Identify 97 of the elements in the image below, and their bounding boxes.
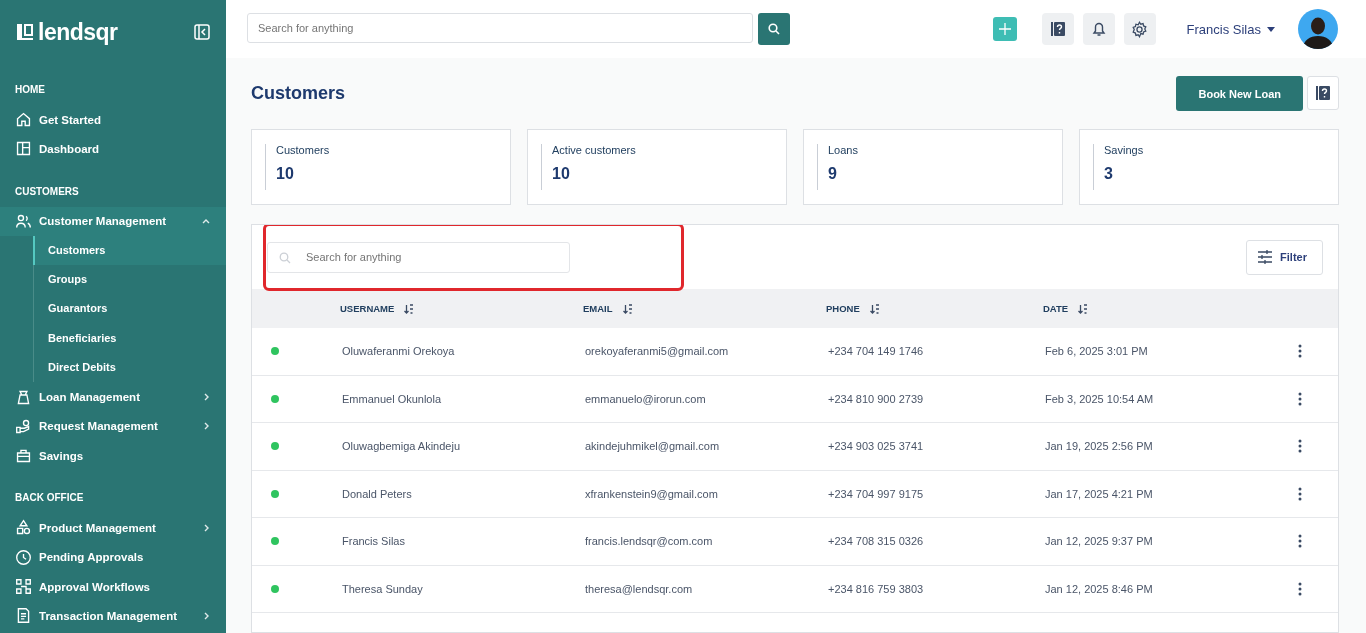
- help-book-icon: [1049, 21, 1066, 37]
- sidebar-item[interactable]: Approval Workflows: [0, 571, 226, 602]
- stat-value: 10: [552, 165, 571, 183]
- table-cell-text: Feb 3, 2025 10:54 AM: [1044, 392, 1155, 405]
- sort-icon[interactable]: [869, 303, 880, 314]
- collapse-sidebar-icon[interactable]: [194, 24, 210, 40]
- filter-button[interactable]: Filter: [1246, 239, 1323, 275]
- table-cell-text: +234 810 900 2739: [827, 392, 925, 405]
- hand-icon: [15, 417, 32, 435]
- table-cell-text: theresa@lendsqr.com: [584, 582, 694, 595]
- search-button[interactable]: [758, 13, 790, 45]
- section-heading: HOME: [14, 84, 46, 95]
- table-cell-text: francis.lendsqr@com.com: [584, 535, 714, 548]
- sort-icon[interactable]: [622, 303, 633, 314]
- notifications-button[interactable]: [1082, 13, 1115, 45]
- clock-icon: [15, 548, 32, 566]
- column-header: EMAIL: [583, 303, 613, 314]
- sidebar-item[interactable]: Transaction Management: [0, 601, 226, 631]
- sidebar-subitem[interactable]: Beneficiaries: [34, 323, 226, 354]
- search-field[interactable]: Search for anything: [247, 13, 753, 43]
- table-cell-text: +234 903 025 3741: [827, 440, 925, 453]
- sidebar-item[interactable]: Get Started: [0, 105, 226, 135]
- dashboard-icon: [15, 140, 32, 158]
- plus-icon: [998, 23, 1011, 35]
- table-cell-text: Oluwagbemiga Akindeju: [341, 440, 462, 453]
- help-button[interactable]: [1307, 76, 1339, 110]
- stat-value: 10: [276, 165, 295, 183]
- help-button[interactable]: [1041, 13, 1074, 45]
- sidebar-item[interactable]: Product Management: [0, 513, 226, 543]
- flow-icon: [15, 578, 32, 595]
- help-book-icon: [1315, 85, 1331, 101]
- more-options-icon[interactable]: [1298, 581, 1302, 596]
- sidebar-item[interactable]: Savings: [0, 440, 226, 471]
- users-icon: [15, 212, 32, 230]
- table-cell-text: akindejuhmikel@gmail.com: [584, 440, 721, 453]
- more-options-icon[interactable]: [1298, 391, 1302, 406]
- more-options-icon[interactable]: [1298, 486, 1302, 501]
- table-cell-text: +234 704 149 1746: [827, 345, 925, 358]
- column-header: PHONE: [826, 303, 860, 314]
- search-icon: [279, 251, 291, 264]
- more-options-icon[interactable]: [1298, 439, 1302, 454]
- table-cell-text: Francis Silas: [341, 535, 406, 548]
- column-header: DATE: [1043, 303, 1069, 314]
- search-icon: [768, 23, 780, 35]
- shapes-icon: [15, 519, 32, 537]
- sidebar-subitem[interactable]: Customers: [33, 235, 226, 266]
- table-cell-text: Oluwaferanmi Orekoya: [341, 345, 456, 358]
- sort-icon[interactable]: [404, 303, 415, 314]
- bell-icon: [1090, 21, 1107, 37]
- column-header: USERNAME: [340, 303, 395, 314]
- stat-label: Customers: [276, 144, 331, 156]
- settings-button[interactable]: [1123, 13, 1156, 45]
- stat-label: Active customers: [552, 144, 637, 156]
- table-cell-text: Emmanuel Okunlola: [341, 392, 443, 405]
- table-cell-text: Jan 12, 2025 8:46 PM: [1044, 582, 1154, 595]
- user-menu[interactable]: Francis Silas: [1180, 20, 1281, 38]
- avatar[interactable]: [1298, 9, 1338, 49]
- caret-icon: [1267, 26, 1275, 32]
- sidebar-item[interactable]: Loan Management: [0, 382, 226, 412]
- table-cell-text: Jan 19, 2025 2:56 PM: [1044, 440, 1154, 453]
- table-cell-text: Theresa Sunday: [341, 582, 424, 595]
- sidebar-item[interactable]: Request Management: [0, 411, 226, 441]
- table-cell-text: +234 816 759 3803: [827, 582, 925, 595]
- book-loan-button[interactable]: Book New Loan: [1176, 76, 1303, 111]
- sort-icon[interactable]: [1078, 303, 1089, 314]
- more-options-icon[interactable]: [1298, 344, 1302, 359]
- sidebar-subitem[interactable]: Direct Debits: [34, 353, 226, 383]
- sliders-icon: [1257, 250, 1274, 264]
- sidebar-subitem[interactable]: Groups: [34, 265, 226, 295]
- briefcase-icon: [15, 447, 32, 465]
- sidebar-item[interactable]: Dashboard: [0, 134, 226, 164]
- table-cell-text: emmanuelo@irorun.com: [584, 392, 707, 405]
- table-cell-text: Jan 17, 2025 4:21 PM: [1044, 487, 1154, 500]
- lendsqr-logo: lendsqr: [15, 18, 118, 46]
- table-cell-text: +234 704 997 9175: [827, 487, 925, 500]
- table-cell-text: orekoyaferanmi5@gmail.com: [584, 345, 730, 358]
- sidebar-subitem[interactable]: Guarantors: [34, 294, 226, 324]
- table-cell-text: Donald Peters: [341, 487, 413, 500]
- home-icon: [15, 111, 32, 129]
- stat-value: 3: [1104, 165, 1114, 183]
- settings-icon: [1131, 20, 1149, 38]
- sidebar-item[interactable]: Pending Approvals: [0, 542, 226, 572]
- stat-value: 9: [828, 165, 838, 183]
- section-heading: BACK OFFICE: [14, 492, 85, 504]
- more-options-icon[interactable]: [1298, 534, 1302, 549]
- stat-label: Loans: [828, 144, 859, 156]
- stat-label: Savings: [1104, 144, 1145, 156]
- table-cell-text: Jan 12, 2025 9:37 PM: [1044, 535, 1154, 548]
- search-field[interactable]: Search for anything: [267, 241, 570, 273]
- table-cell-text: Feb 6, 2025 3:01 PM: [1044, 345, 1149, 358]
- table-cell-text: xfrankenstein9@gmail.com: [584, 487, 719, 500]
- page-title: Customers: [251, 83, 346, 104]
- bag-icon: [15, 388, 32, 406]
- sidebar-item[interactable]: Customer Management: [0, 206, 226, 236]
- section-heading: CUSTOMERS: [14, 185, 80, 197]
- doc-icon: [15, 607, 32, 625]
- table-cell-text: +234 708 315 0326: [827, 535, 925, 548]
